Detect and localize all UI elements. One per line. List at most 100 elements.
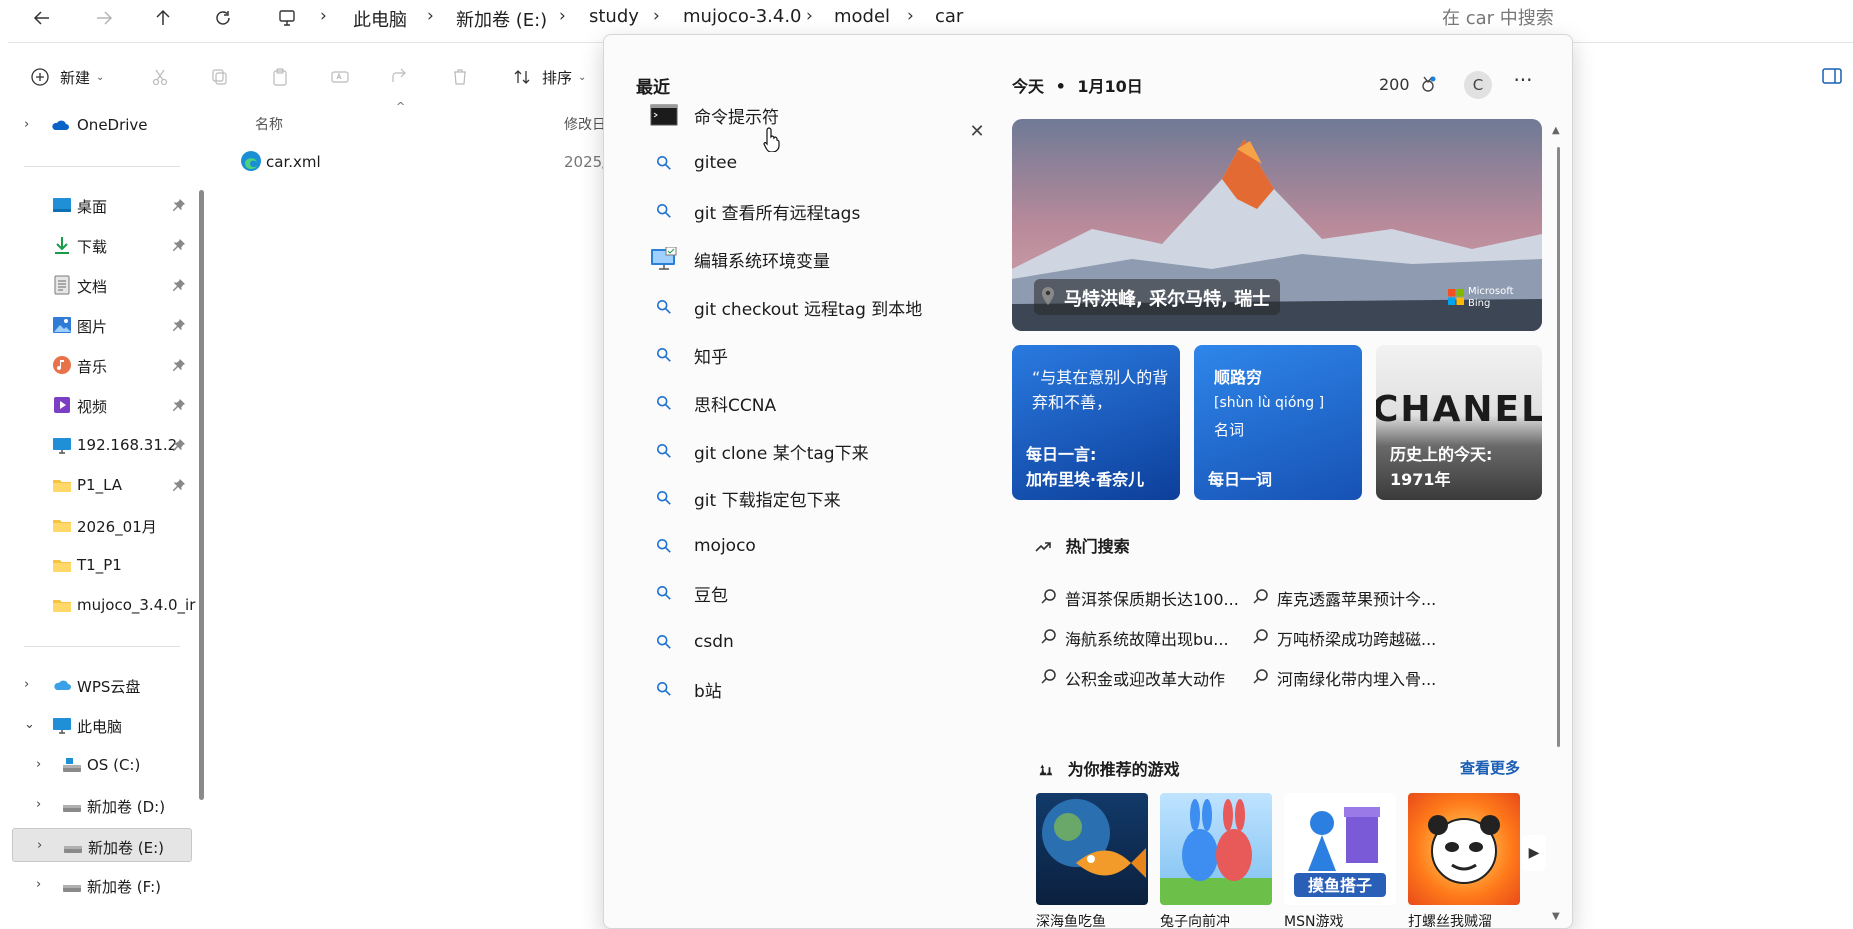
hero-image-card[interactable]: 马特洪峰, 采尔马特, 瑞士 Microsoft Bing xyxy=(1012,119,1542,331)
file-row[interactable]: car.xml 2025/ xyxy=(238,148,608,178)
nav-item-onedrive[interactable]: › OneDrive xyxy=(0,108,196,142)
game-label[interactable]: 打螺丝我贼溜 xyxy=(1408,911,1492,928)
nav-item-drive-selected[interactable]: › 新加卷 (E:) xyxy=(12,828,192,862)
nav-item-network-share[interactable]: 192.168.31.2 xyxy=(0,428,196,462)
breadcrumb-item[interactable]: car xyxy=(935,6,963,27)
up-button[interactable] xyxy=(143,2,183,34)
forward-button[interactable] xyxy=(84,2,124,34)
delete-button[interactable] xyxy=(450,60,470,94)
quote-text: “与其在意别人的背弃和不善， xyxy=(1032,368,1169,412)
nav-item-pictures[interactable]: 图片 xyxy=(0,308,196,342)
nav-item-wps-cloud[interactable]: › WPS云盘 xyxy=(0,668,196,702)
new-button[interactable]: 新建 ⌄ xyxy=(30,60,104,94)
this-pc-crumb-button[interactable] xyxy=(267,2,307,34)
game-label[interactable]: 深海鱼吃鱼 xyxy=(1036,911,1106,928)
hot-search-item[interactable]: 普洱茶保质期长达100... xyxy=(1041,586,1239,610)
chevron-right-icon: › xyxy=(806,6,813,26)
nav-item-drive[interactable]: › OS (C:) xyxy=(0,748,196,782)
hot-search-item[interactable]: 万吨桥梁成功跨越磁... xyxy=(1253,626,1436,650)
cut-button[interactable] xyxy=(150,60,170,94)
drive-icon xyxy=(63,836,83,856)
recent-item[interactable]: gitee xyxy=(624,139,984,187)
breadcrumb-item[interactable]: model xyxy=(834,6,890,27)
nav-item-label: 音乐 xyxy=(77,358,108,376)
more-options-icon[interactable]: ··· xyxy=(1508,69,1538,99)
breadcrumb-item[interactable]: 此电脑 xyxy=(353,6,407,32)
game-tile[interactable] xyxy=(1160,793,1272,905)
recent-item[interactable]: git 下载指定包下来 xyxy=(624,474,984,522)
nav-scrollbar[interactable] xyxy=(199,190,204,800)
recent-item[interactable]: mojoco xyxy=(624,522,984,570)
sort-button[interactable]: 排序 ⌄ xyxy=(512,60,586,94)
scroll-up-icon[interactable]: ▲ xyxy=(1552,125,1560,136)
nav-item-drive[interactable]: › 新加卷 (F:) xyxy=(0,868,196,902)
daily-word-tile[interactable]: 顺路穷 [shùn lù qióng ] 名词 每日一词 xyxy=(1194,345,1362,500)
nav-item-folder[interactable]: 2026_01月 xyxy=(0,508,196,542)
rename-button[interactable] xyxy=(330,60,350,94)
avatar[interactable]: C xyxy=(1464,71,1492,99)
copy-icon xyxy=(212,69,227,85)
recent-item[interactable]: 豆包 xyxy=(624,569,984,617)
game-tile[interactable]: 摸鱼搭子 xyxy=(1284,793,1396,905)
game-tile[interactable] xyxy=(1408,793,1520,905)
nav-item-desktop[interactable]: 桌面 xyxy=(0,188,196,222)
chevron-right-icon: › xyxy=(320,6,327,26)
recent-item[interactable]: 编辑系统环境变量 xyxy=(624,235,984,283)
game-tile[interactable] xyxy=(1036,793,1148,905)
recent-item-label: 知乎 xyxy=(694,347,728,368)
recent-item[interactable]: git checkout 远程tag 到本地 xyxy=(624,283,984,331)
recent-item[interactable]: git clone 某个tag下来 xyxy=(624,427,984,475)
recent-item[interactable]: 思科CCNA xyxy=(624,379,984,427)
search-input[interactable]: 在 car 中搜索 xyxy=(1420,4,1840,32)
search-icon xyxy=(1041,669,1056,684)
details-pane-icon[interactable] xyxy=(1822,68,1842,84)
scroll-down-icon[interactable]: ▼ xyxy=(1552,911,1560,922)
nav-item-music[interactable]: 音乐 xyxy=(0,348,196,382)
column-header-modified[interactable]: 修改日 xyxy=(564,114,606,134)
hot-search-label: 公积金或迎改革大动作 xyxy=(1065,670,1226,689)
nav-item-folder[interactable]: P1_LA xyxy=(0,468,196,502)
nav-item-label: 视频 xyxy=(77,398,108,416)
flyout-scrollbar-thumb[interactable] xyxy=(1557,147,1560,747)
nav-item-downloads[interactable]: 下载 xyxy=(0,228,196,262)
nav-item-folder[interactable]: T1_P1 xyxy=(0,548,196,582)
recent-item[interactable]: b站 xyxy=(624,665,984,713)
pin-icon xyxy=(173,399,185,411)
breadcrumb-item[interactable]: mujoco-3.4.0 xyxy=(683,6,802,27)
edge-file-icon xyxy=(240,150,262,172)
hot-search-label: 河南绿化带内埋入骨... xyxy=(1277,670,1437,689)
search-icon xyxy=(1041,629,1056,644)
rewards-points[interactable]: 200 xyxy=(1379,75,1437,94)
daily-quote-tile[interactable]: “与其在意别人的背弃和不善， 每日一言: 加布里埃·香奈儿 xyxy=(1012,345,1180,500)
nav-item-documents[interactable]: 文档 xyxy=(0,268,196,302)
play-next-icon[interactable]: ▶ xyxy=(1522,835,1546,871)
recent-item[interactable]: 知乎 xyxy=(624,331,984,379)
share-button[interactable] xyxy=(390,60,410,94)
history-today-tile[interactable]: CHANEL 历史上的今天: 1971年 xyxy=(1376,345,1542,500)
tile-caption: 每日一言: 加布里埃·香奈儿 xyxy=(1026,442,1144,492)
paste-button[interactable] xyxy=(270,60,290,94)
breadcrumb-item[interactable]: study xyxy=(589,6,639,27)
back-button[interactable] xyxy=(22,2,62,34)
nav-item-label: T1_P1 xyxy=(77,556,122,574)
column-header-name[interactable]: 名称 xyxy=(255,114,283,134)
nav-item-drive[interactable]: › 新加卷 (D:) xyxy=(0,788,196,822)
recent-item[interactable]: 命令提示符 xyxy=(624,91,984,139)
nav-item-videos[interactable]: 视频 xyxy=(0,388,196,422)
hot-search-item[interactable]: 河南绿化带内埋入骨... xyxy=(1253,666,1437,690)
copy-button[interactable] xyxy=(210,60,230,94)
sort-icon xyxy=(514,70,530,84)
refresh-button[interactable] xyxy=(203,2,243,34)
hot-search-item[interactable]: 公积金或迎改革大动作 xyxy=(1041,666,1226,690)
hot-search-item[interactable]: 库克透露苹果预计今... xyxy=(1253,586,1436,610)
see-more-link[interactable]: 查看更多 xyxy=(1460,757,1520,778)
recent-item[interactable]: csdn xyxy=(624,618,984,666)
hot-search-item[interactable]: 海航系统故障出现bu... xyxy=(1041,626,1229,650)
nav-item-this-pc[interactable]: ⌄ 此电脑 xyxy=(0,708,196,742)
game-label[interactable]: MSN游戏 xyxy=(1284,911,1343,928)
breadcrumb-item[interactable]: 新加卷 (E:) xyxy=(456,6,547,32)
hero-location[interactable]: 马特洪峰, 采尔马特, 瑞士 xyxy=(1034,279,1281,315)
recent-item[interactable]: git 查看所有远程tags xyxy=(624,187,984,235)
game-label[interactable]: 兔子向前冲 xyxy=(1160,911,1230,928)
nav-item-folder[interactable]: mujoco_3.4.0_ir xyxy=(0,588,196,622)
